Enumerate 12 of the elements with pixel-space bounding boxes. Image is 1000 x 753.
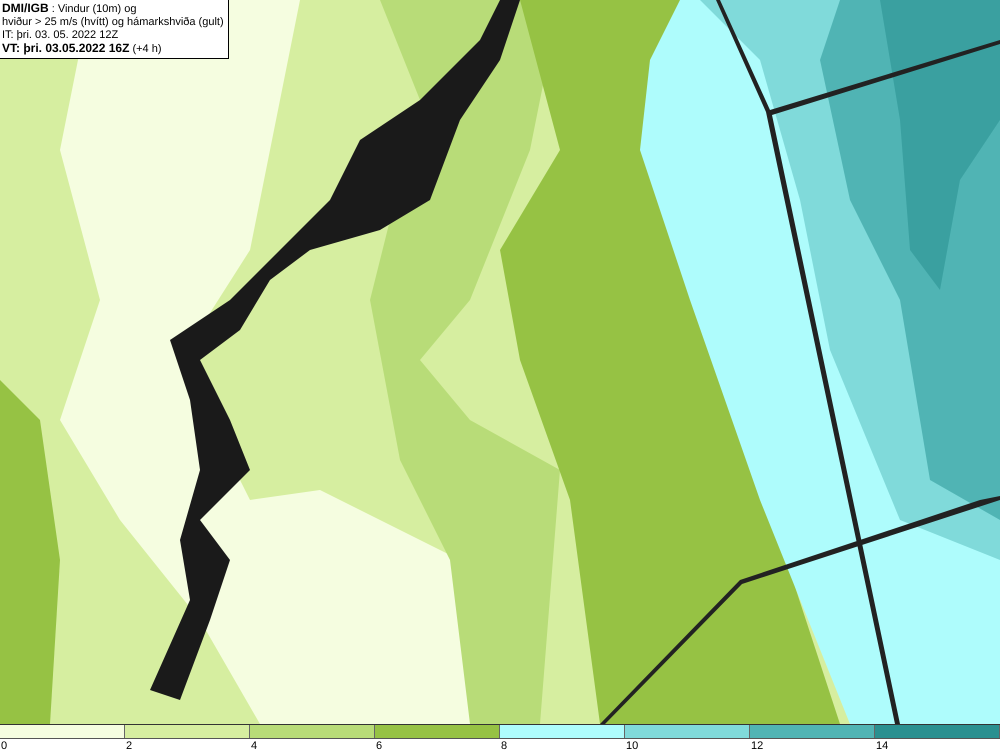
legend-tick-label: 2 xyxy=(125,739,132,753)
info-line: IT: þri. 03. 05. 2022 12Z xyxy=(2,29,120,42)
legend-tick-label: 4 xyxy=(250,739,258,753)
legend-tick-label: 6 xyxy=(375,739,382,753)
legend-tick-label: 0 xyxy=(0,739,8,753)
info-line: hviður > 25 m/s (hvítt) og hámarkshviða (gult) xyxy=(2,16,224,29)
legend-tick-label: 12 xyxy=(750,739,764,753)
legend-tick-label: 8 xyxy=(500,739,508,753)
info-line: VT: þri. 03.05.2022 16Z (+4 h) xyxy=(2,42,163,56)
legend-tick-label: 14 xyxy=(875,739,888,753)
info-line: DMI/IGB : Vindur (10m) og xyxy=(2,2,138,16)
legend-tick-label: 10 xyxy=(625,739,638,753)
